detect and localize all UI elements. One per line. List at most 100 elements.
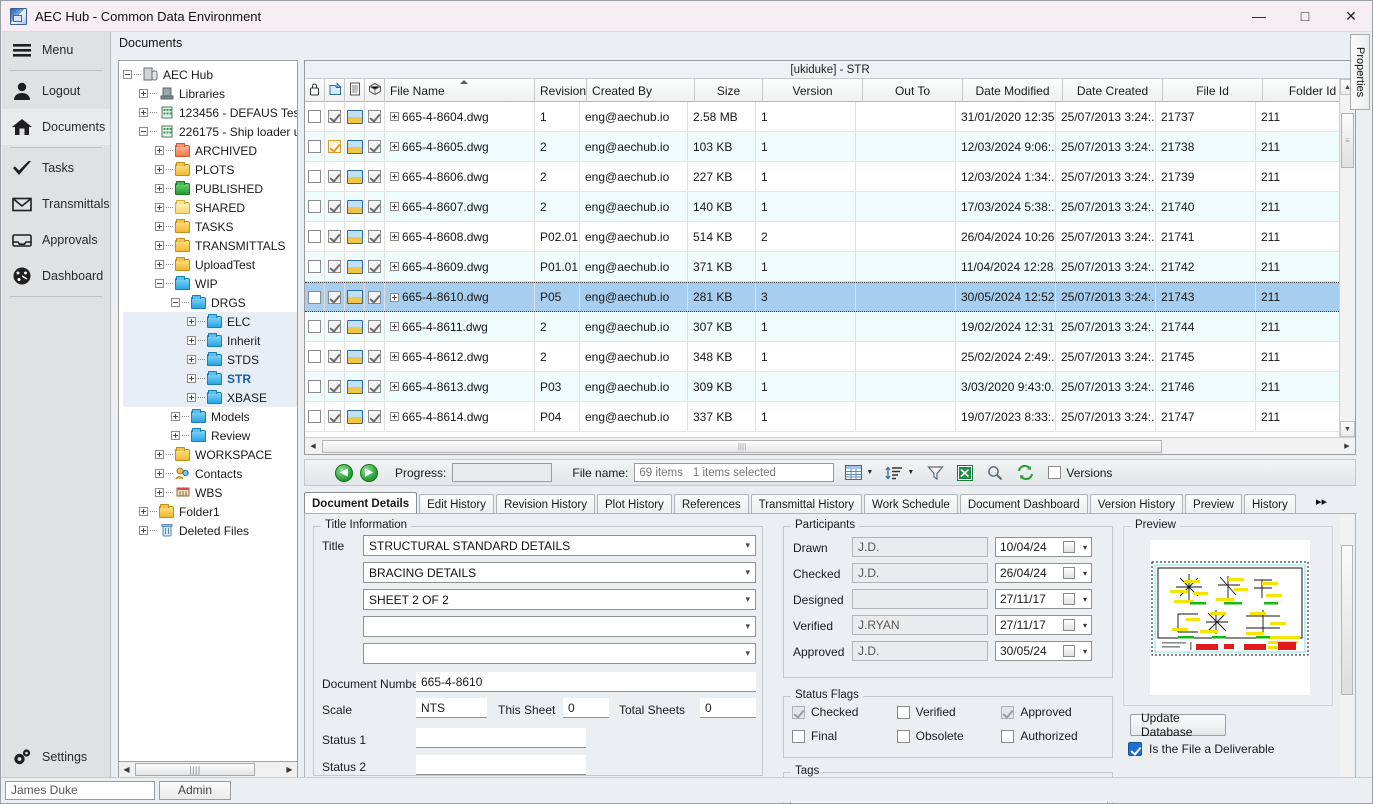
status-flag-checkbox[interactable] <box>792 705 805 719</box>
expand-row-icon[interactable] <box>390 322 399 331</box>
document-number-field[interactable]: 665-4-8610 <box>416 672 756 692</box>
search-icon[interactable] <box>984 463 1006 483</box>
lock-checkbox[interactable] <box>308 200 321 213</box>
grid-view-dropdown-icon[interactable]: ▼ <box>864 463 875 483</box>
scroll-left-icon[interactable]: ◀ <box>119 762 134 777</box>
title-line-1[interactable]: STRUCTURAL STANDARD DETAILS ▾ <box>363 535 756 556</box>
row-checkout-checkbox[interactable] <box>325 283 345 311</box>
close-button[interactable]: ✕ <box>1328 1 1372 32</box>
row-lock-checkbox[interactable] <box>305 192 325 221</box>
participant-date-drawn[interactable]: 10/04/24 ▾ <box>995 537 1092 557</box>
versions-checkbox[interactable] <box>1048 466 1062 479</box>
tree-node-libraries[interactable]: Libraries <box>123 84 297 103</box>
tab-preview[interactable]: Preview <box>1185 494 1242 514</box>
row-package-checkbox[interactable] <box>365 162 385 191</box>
package-checkbox[interactable] <box>368 200 381 213</box>
collapse-icon[interactable] <box>139 127 148 136</box>
row-checkout-checkbox[interactable] <box>325 342 345 371</box>
expand-row-icon[interactable] <box>390 262 399 271</box>
lock-checkbox[interactable] <box>308 290 321 304</box>
sidebar-item-approvals[interactable]: Approvals <box>2 222 110 258</box>
checkout-checkbox[interactable] <box>328 140 341 153</box>
total-sheets-field[interactable]: 0 <box>700 698 756 718</box>
column-header-size[interactable]: Size <box>695 79 764 102</box>
tree-node-deleted-files[interactable]: Deleted Files <box>123 521 297 540</box>
checkout-checkbox[interactable] <box>328 170 341 183</box>
expand-icon[interactable] <box>171 412 180 421</box>
table-row[interactable]: 665-4-8606.dwg 2 eng@aechub.io 227 KB 1 12/03… <box>305 162 1355 192</box>
calendar-icon[interactable] <box>1063 593 1075 605</box>
lock-checkbox[interactable] <box>308 380 321 393</box>
package-checkbox[interactable] <box>368 290 381 304</box>
participant-date-designed[interactable]: 27/11/17 ▾ <box>995 589 1092 609</box>
sidebar-item-dashboard[interactable]: Dashboard <box>2 258 110 294</box>
lock-icon-column-header[interactable] <box>305 79 325 102</box>
scroll-down-icon[interactable]: ▼ <box>1340 421 1355 437</box>
row-lock-checkbox[interactable] <box>305 222 325 251</box>
row-lock-checkbox[interactable] <box>305 402 325 431</box>
tab-references[interactable]: References <box>673 494 749 514</box>
grid-scroll-left-icon[interactable]: ◀ <box>305 439 321 454</box>
tree-node-models[interactable]: Models <box>123 407 297 426</box>
participant-date-verified[interactable]: 27/11/17 ▾ <box>995 615 1092 635</box>
expand-row-icon[interactable] <box>390 172 399 181</box>
sidebar-item-tasks[interactable]: Tasks <box>2 150 110 186</box>
column-header-date-modified[interactable]: Date Modified <box>963 79 1064 102</box>
checkout-checkbox[interactable] <box>328 380 341 393</box>
properties-tab[interactable]: Properties <box>1350 34 1370 110</box>
maximize-button[interactable]: □ <box>1282 1 1328 32</box>
table-row[interactable]: 665-4-8613.dwg P03 eng@aechub.io 309 KB 1 3/0… <box>305 372 1355 402</box>
expand-icon[interactable] <box>187 336 196 345</box>
lock-checkbox[interactable] <box>308 230 321 243</box>
row-lock-checkbox[interactable] <box>305 102 325 131</box>
lock-checkbox[interactable] <box>308 350 321 363</box>
row-package-checkbox[interactable] <box>365 342 385 371</box>
expand-row-icon[interactable] <box>390 382 399 391</box>
is-deliverable-checkbox[interactable] <box>1128 742 1142 756</box>
checkout-checkbox[interactable] <box>328 230 341 243</box>
checkout-checkbox[interactable] <box>328 350 341 363</box>
tree-node-wip[interactable]: WIP <box>123 274 297 293</box>
row-checkout-checkbox[interactable] <box>325 102 345 131</box>
back-button[interactable]: ◀ <box>335 463 353 482</box>
row-package-checkbox[interactable] <box>365 402 385 431</box>
row-lock-checkbox[interactable] <box>305 372 325 401</box>
expand-row-icon[interactable] <box>390 412 399 421</box>
grid-hscroll-thumb[interactable]: |||| <box>322 439 1162 453</box>
grid-vscroll-thumb[interactable]: ≡ <box>1341 113 1354 168</box>
minimize-button[interactable]: — <box>1236 1 1282 32</box>
participant-name-approved[interactable]: J.D. <box>852 641 988 661</box>
status-flag-authorized[interactable]: Authorized <box>1001 729 1106 743</box>
row-checkout-checkbox[interactable] <box>325 372 345 401</box>
expand-icon[interactable] <box>155 469 164 478</box>
table-row[interactable]: 665-4-8605.dwg 2 eng@aechub.io 103 KB 1 12/03… <box>305 132 1355 162</box>
expand-icon[interactable] <box>155 222 164 231</box>
scale-field[interactable]: NTS <box>416 698 487 718</box>
table-row[interactable]: 665-4-8611.dwg 2 eng@aechub.io 307 KB 1 19/02… <box>305 312 1355 342</box>
grid-scroll-right-icon[interactable]: ▶ <box>1339 439 1355 454</box>
table-row[interactable]: 665-4-8609.dwg P01.01 eng@aechub.io 371 KB 1… <box>305 252 1355 282</box>
collapse-icon[interactable] <box>123 70 132 79</box>
table-row[interactable]: 665-4-8614.dwg P04 eng@aechub.io 337 KB 1 19/… <box>305 402 1355 432</box>
sidebar-item-documents[interactable]: Documents <box>2 109 110 145</box>
row-checkout-checkbox[interactable] <box>325 132 345 161</box>
refresh-icon[interactable] <box>1014 463 1036 483</box>
tab-document-dashboard[interactable]: Document Dashboard <box>959 494 1088 514</box>
tree-node-str[interactable]: STR <box>123 369 297 388</box>
row-lock-checkbox[interactable] <box>305 312 325 341</box>
checkout-checkbox[interactable] <box>328 410 341 423</box>
package-checkbox[interactable] <box>368 110 381 123</box>
calendar-icon[interactable] <box>1063 541 1075 553</box>
checkout-checkbox[interactable] <box>328 290 341 304</box>
expand-icon[interactable] <box>187 317 196 326</box>
sort-icon[interactable] <box>883 463 905 483</box>
collapse-icon[interactable] <box>171 298 180 307</box>
expand-icon[interactable] <box>155 260 164 269</box>
package-checkbox[interactable] <box>368 260 381 273</box>
tab-history[interactable]: History <box>1243 494 1296 514</box>
lock-checkbox[interactable] <box>308 140 321 153</box>
sidebar-item-transmittals[interactable]: Transmittals <box>2 186 110 222</box>
expand-icon[interactable] <box>155 184 164 193</box>
participant-name-drawn[interactable]: J.D. <box>852 537 988 557</box>
checkout-checkbox[interactable] <box>328 200 341 213</box>
